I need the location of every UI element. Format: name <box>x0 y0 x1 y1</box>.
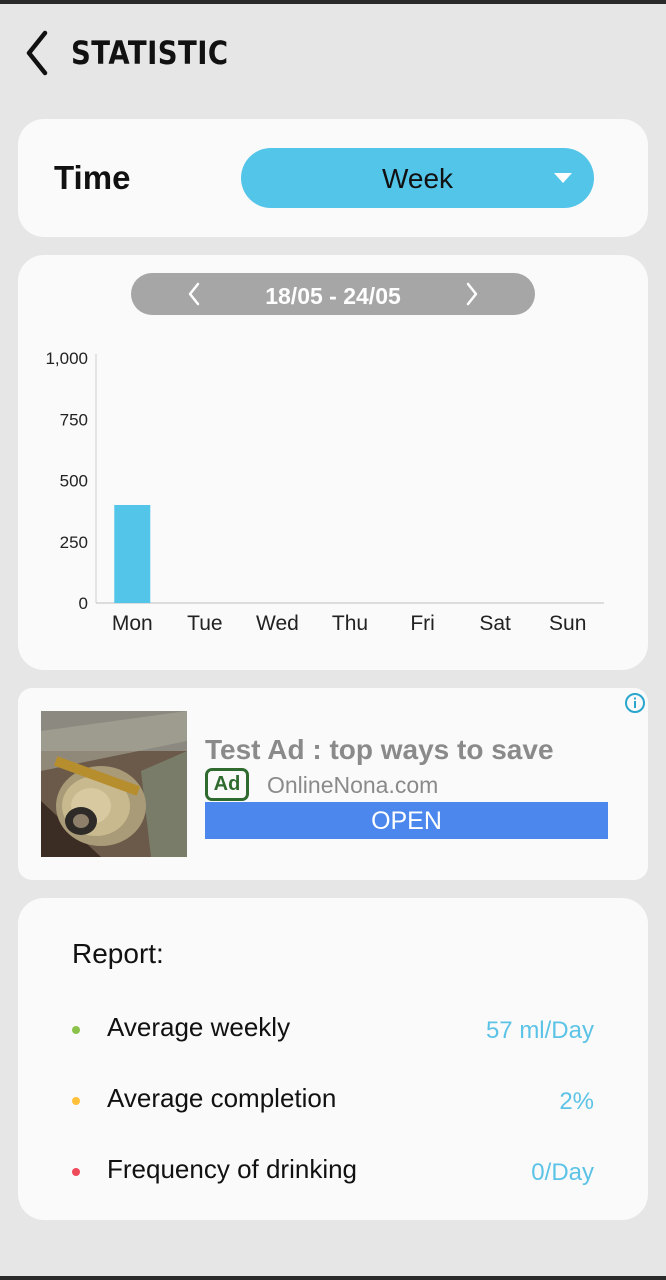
info-icon[interactable] <box>624 692 646 714</box>
ad-banner: Test Ad : top ways to save Ad OnlineNona… <box>18 688 648 880</box>
weekly-bar-chart: 0 250 500 750 1,000 Mon Tue Wed Thu Fri Sat Sun <box>45 349 604 635</box>
x-tick-label: Fri <box>410 612 435 635</box>
report-row-value: 2% <box>559 1088 594 1115</box>
report-row-average-completion: Average completion 2% <box>18 1075 648 1115</box>
y-tick-label: 1,000 <box>45 349 88 368</box>
period-dropdown[interactable]: Week <box>241 148 594 208</box>
ad-domain: OnlineNona.com <box>267 772 439 798</box>
navigation-bar <box>0 1276 666 1280</box>
report-title: Report: <box>72 938 164 969</box>
ad-badge: Ad <box>205 768 249 801</box>
x-tick-label: Sun <box>549 612 586 635</box>
chevron-left-icon <box>26 30 48 76</box>
x-tick-label: Tue <box>187 612 222 635</box>
y-tick-label: 500 <box>60 472 88 491</box>
app-header: STATISTIC <box>0 20 666 88</box>
green-dot-icon <box>72 1026 80 1034</box>
ad-image[interactable] <box>41 711 187 857</box>
y-tick-label: 750 <box>60 410 88 429</box>
time-filter-card: Time Week <box>18 119 648 237</box>
yellow-dot-icon <box>72 1097 80 1105</box>
caret-down-icon <box>554 173 572 183</box>
report-card: Report: Average weekly 57 ml/Day Average… <box>18 898 648 1220</box>
ad-title[interactable]: Test Ad : top ways to save <box>205 734 554 766</box>
x-tick-label: Mon <box>112 612 153 635</box>
back-button[interactable] <box>20 28 54 78</box>
report-row-value: 0/Day <box>531 1159 594 1186</box>
x-tick-label: Sat <box>479 612 511 635</box>
y-tick-label: 0 <box>79 594 88 613</box>
ad-open-button[interactable]: OPEN <box>205 802 608 839</box>
y-tick-label: 250 <box>60 533 88 552</box>
report-row-label: Frequency of drinking <box>107 1154 358 1184</box>
report-row-frequency: Frequency of drinking 0/Day <box>18 1146 648 1186</box>
page-title: STATISTIC <box>71 34 229 72</box>
time-label: Time <box>54 159 131 196</box>
x-tick-label: Thu <box>332 612 368 635</box>
report-row-average-weekly: Average weekly 57 ml/Day <box>18 1004 648 1044</box>
report-row-label: Average completion <box>107 1083 337 1113</box>
period-selected-value: Week <box>381 163 454 194</box>
report-row-label: Average weekly <box>107 1012 291 1042</box>
bar-mon <box>114 505 151 603</box>
red-dot-icon <box>72 1168 80 1176</box>
chart-card: 18/05 - 24/05 0 250 500 750 1,000 Mon Tue Wed Th… <box>18 255 648 670</box>
report-row-value: 57 ml/Day <box>485 1017 594 1044</box>
status-bar <box>0 0 666 4</box>
x-tick-label: Wed <box>256 612 299 635</box>
